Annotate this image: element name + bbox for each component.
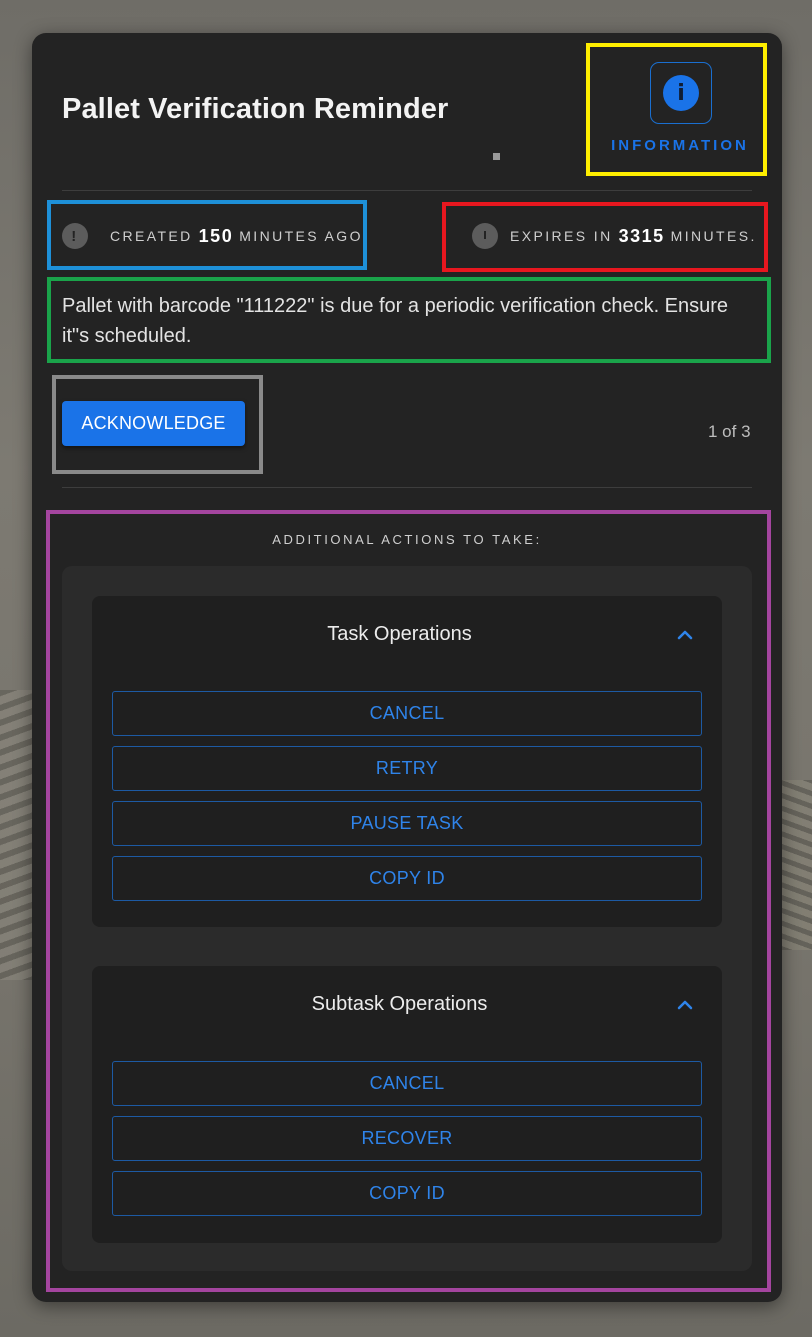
alert-badge-icon: ! <box>62 223 88 249</box>
chevron-up-icon[interactable] <box>672 622 698 648</box>
acknowledge-button[interactable]: ACKNOWLEDGE <box>62 401 245 446</box>
created-time: ! CREATED 150 MINUTES AGO. <box>62 223 369 249</box>
task-operations-header[interactable]: Task Operations <box>92 596 722 676</box>
notification-message: Pallet with barcode "111222" is due for … <box>62 295 729 347</box>
subtask-recover-button[interactable]: RECOVER <box>112 1116 702 1161</box>
created-prefix: CREATED <box>110 228 193 244</box>
additional-actions-title: ADDITIONAL ACTIONS TO TAKE: <box>272 532 542 547</box>
subtask-operations-group: Subtask Operations CANCEL RECOVER COPY I… <box>92 966 722 1243</box>
header-divider <box>62 190 752 191</box>
created-suffix: MINUTES AGO. <box>239 228 370 244</box>
indicator-dot <box>493 153 500 160</box>
background-structure-right <box>778 780 812 950</box>
subtask-copy-id-button[interactable]: COPY ID <box>112 1171 702 1216</box>
task-copy-id-button[interactable]: COPY ID <box>112 856 702 901</box>
pagination-indicator: 1 of 3 <box>708 422 751 441</box>
actions-divider <box>62 487 752 488</box>
task-pause-button[interactable]: PAUSE TASK <box>112 801 702 846</box>
expires-suffix: MINUTES. <box>670 228 757 244</box>
notification-title: Pallet Verification Reminder <box>62 93 449 125</box>
stopwatch-icon <box>472 223 498 249</box>
info-icon: i <box>663 75 699 111</box>
task-operations-group: Task Operations CANCEL RETRY PAUSE TASK … <box>92 596 722 927</box>
information-label: INFORMATION <box>611 137 749 154</box>
stopwatch-glyph <box>475 224 495 248</box>
expires-minutes: 3315 <box>618 225 665 246</box>
expires-time: EXPIRES IN 3315 MINUTES. <box>472 223 757 249</box>
chevron-up-icon[interactable] <box>672 992 698 1018</box>
task-operations-title: Task Operations <box>327 623 472 645</box>
notification-card: Pallet Verification Reminder i INFORMATI… <box>32 33 782 1302</box>
task-retry-button[interactable]: RETRY <box>112 746 702 791</box>
information-button[interactable]: i <box>650 62 712 124</box>
additional-actions-panel: Task Operations CANCEL RETRY PAUSE TASK … <box>62 566 752 1271</box>
created-minutes: 150 <box>198 225 234 246</box>
expires-prefix: EXPIRES IN <box>510 228 613 244</box>
task-cancel-button[interactable]: CANCEL <box>112 691 702 736</box>
subtask-operations-header[interactable]: Subtask Operations <box>92 966 722 1046</box>
subtask-cancel-button[interactable]: CANCEL <box>112 1061 702 1106</box>
subtask-operations-title: Subtask Operations <box>311 993 488 1015</box>
